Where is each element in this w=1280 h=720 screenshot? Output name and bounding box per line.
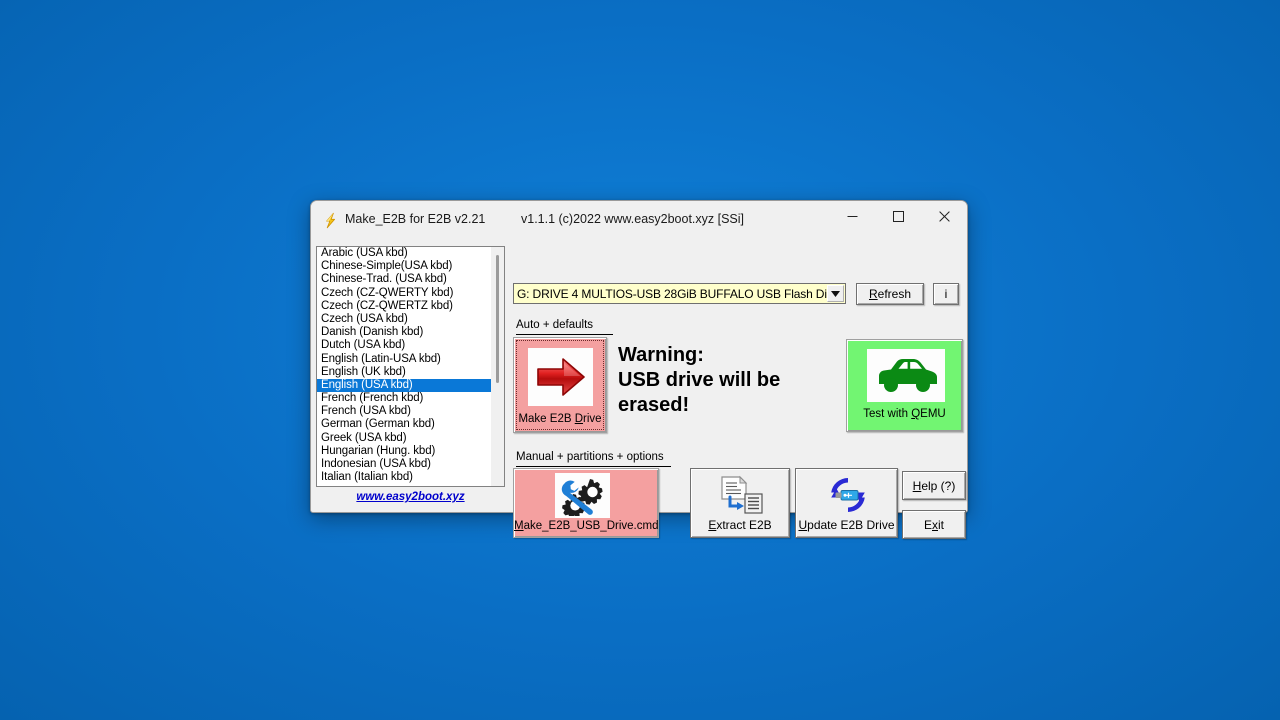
window-client-area: Arabic (USA kbd) Chinese-Simple(USA kbd) C…	[311, 239, 967, 539]
window-subtitle: v1.1.1 (c)2022 www.easy2boot.xyz [SSi]	[521, 212, 745, 226]
help-post: elp (?)	[921, 478, 956, 493]
language-list-item[interactable]: Arabic (USA kbd)	[317, 247, 491, 260]
qemu-pre: Test with	[863, 408, 912, 420]
green-car-icon	[867, 349, 945, 402]
make-e2b-window: Make_E2B for E2B v2.21 v1.1.1 (c)2022 ww…	[310, 200, 968, 539]
make-cmd-label: Make_E2B_USB_Drive.cmd	[514, 520, 658, 532]
extract-e2b-label: Extract E2B	[691, 518, 789, 532]
language-list-item[interactable]: Danish (Danish kbd)	[317, 326, 491, 339]
language-list-item[interactable]: Czech (CZ-QWERTY kbd)	[317, 287, 491, 300]
update-accel-char: U	[798, 518, 808, 532]
minimize-icon	[847, 215, 857, 217]
warning-message: Warning: USB drive will be erased!	[618, 344, 781, 416]
exit-pre: E	[923, 517, 932, 532]
language-list-item[interactable]: Chinese-Trad. (USA kbd)	[317, 273, 491, 286]
help-label: Help (?)	[913, 479, 956, 493]
qemu-accel-char: Q	[911, 408, 921, 420]
extract-post: xtract E2B	[716, 518, 772, 532]
auto-group-divider	[516, 334, 613, 335]
language-list-item[interactable]: English (USA kbd)	[317, 378, 491, 393]
extract-document-icon	[713, 473, 768, 517]
window-title-bar[interactable]: Make_E2B for E2B v2.21 v1.1.1 (c)2022 ww…	[311, 201, 967, 239]
maximize-button[interactable]	[875, 201, 921, 231]
chevron-down-icon[interactable]	[827, 285, 844, 302]
make-e2b-drive-button[interactable]: Make E2B Drive	[513, 337, 607, 433]
close-icon	[938, 210, 950, 222]
language-list-item[interactable]: Czech (CZ-QWERTZ kbd)	[317, 300, 491, 313]
language-list-items[interactable]: Arabic (USA kbd) Chinese-Simple(USA kbd) C…	[317, 247, 491, 486]
minimize-button[interactable]	[829, 201, 875, 231]
exit-button[interactable]: Exit	[902, 510, 966, 539]
window-title: Make_E2B for E2B v2.21	[345, 212, 486, 226]
website-link[interactable]: www.easy2boot.xyz	[316, 491, 505, 503]
red-arrow-icon	[528, 348, 593, 406]
qemu-post: EMU	[920, 408, 946, 420]
make-e2b-pre: Make E2B	[518, 413, 575, 425]
refresh-button[interactable]: Refresh	[856, 283, 924, 305]
test-with-qemu-button[interactable]: Test with QEMU	[846, 339, 963, 432]
language-list-item[interactable]: Czech (USA kbd)	[317, 313, 491, 326]
auto-group-label: Auto + defaults	[516, 319, 594, 331]
make-cmd-post: ake_E2B_USB_Drive.cmd	[523, 520, 659, 532]
make-e2b-accel-char: D	[574, 413, 584, 425]
refresh-label: Refresh	[869, 287, 911, 301]
manual-group-divider	[516, 466, 671, 467]
help-button[interactable]: Help (?)	[902, 471, 966, 500]
scrollbar-thumb[interactable]	[496, 255, 499, 383]
refresh-accel-char: R	[868, 287, 878, 301]
language-list-item[interactable]: Dutch (USA kbd)	[317, 339, 491, 352]
keyboard-language-listbox[interactable]: Arabic (USA kbd) Chinese-Simple(USA kbd) C…	[316, 246, 505, 487]
language-list-item[interactable]: French (USA kbd)	[317, 405, 491, 418]
make-cmd-accel-char: M	[514, 520, 524, 532]
test-with-qemu-label: Test with QEMU	[847, 408, 962, 420]
language-list-item[interactable]: Indonesian (USA kbd)	[317, 458, 491, 471]
language-list-item[interactable]: Hungarian (Hung. kbd)	[317, 445, 491, 458]
info-label: i	[944, 287, 948, 301]
make-e2b-usb-drive-cmd-button[interactable]: Make_E2B_USB_Drive.cmd	[513, 468, 659, 538]
close-button[interactable]	[921, 201, 967, 231]
update-e2b-drive-button[interactable]: Update E2B Drive	[795, 468, 898, 538]
lightning-bolt-icon	[322, 212, 339, 229]
exit-label: Exit	[924, 518, 944, 532]
update-post: pdate E2B Drive	[807, 518, 895, 532]
usb-drive-select[interactable]: G: DRIVE 4 MULTIOS-USB 28GiB BUFFALO USB…	[513, 283, 846, 304]
language-list-item[interactable]: German (German kbd)	[317, 418, 491, 431]
language-list-item[interactable]: English (Latin-USA kbd)	[317, 353, 491, 366]
refresh-label-rest: efresh	[877, 287, 912, 301]
manual-group-label: Manual + partitions + options	[516, 451, 664, 463]
language-list-item[interactable]: French (French kbd)	[317, 392, 491, 405]
extract-e2b-button[interactable]: Extract E2B	[690, 468, 790, 538]
gear-wrench-icon	[555, 473, 610, 518]
language-list-item[interactable]: Greek (USA kbd)	[317, 432, 491, 445]
info-button[interactable]: i	[933, 283, 959, 305]
language-list-item[interactable]: Italian (Italian kbd)	[317, 471, 491, 484]
make-e2b-drive-label: Make E2B Drive	[514, 413, 606, 425]
language-list-scrollbar[interactable]	[491, 247, 504, 486]
language-list-item[interactable]: Chinese-Simple(USA kbd)	[317, 260, 491, 273]
maximize-icon	[892, 210, 904, 222]
usb-drive-selected-value: G: DRIVE 4 MULTIOS-USB 28GiB BUFFALO USB…	[517, 286, 827, 301]
update-e2b-drive-label: Update E2B Drive	[796, 518, 897, 532]
language-list-item[interactable]: English (UK kbd)	[317, 366, 491, 379]
exit-post: it	[938, 517, 944, 532]
make-e2b-post: rive	[583, 413, 602, 425]
refresh-usb-icon	[820, 473, 875, 517]
